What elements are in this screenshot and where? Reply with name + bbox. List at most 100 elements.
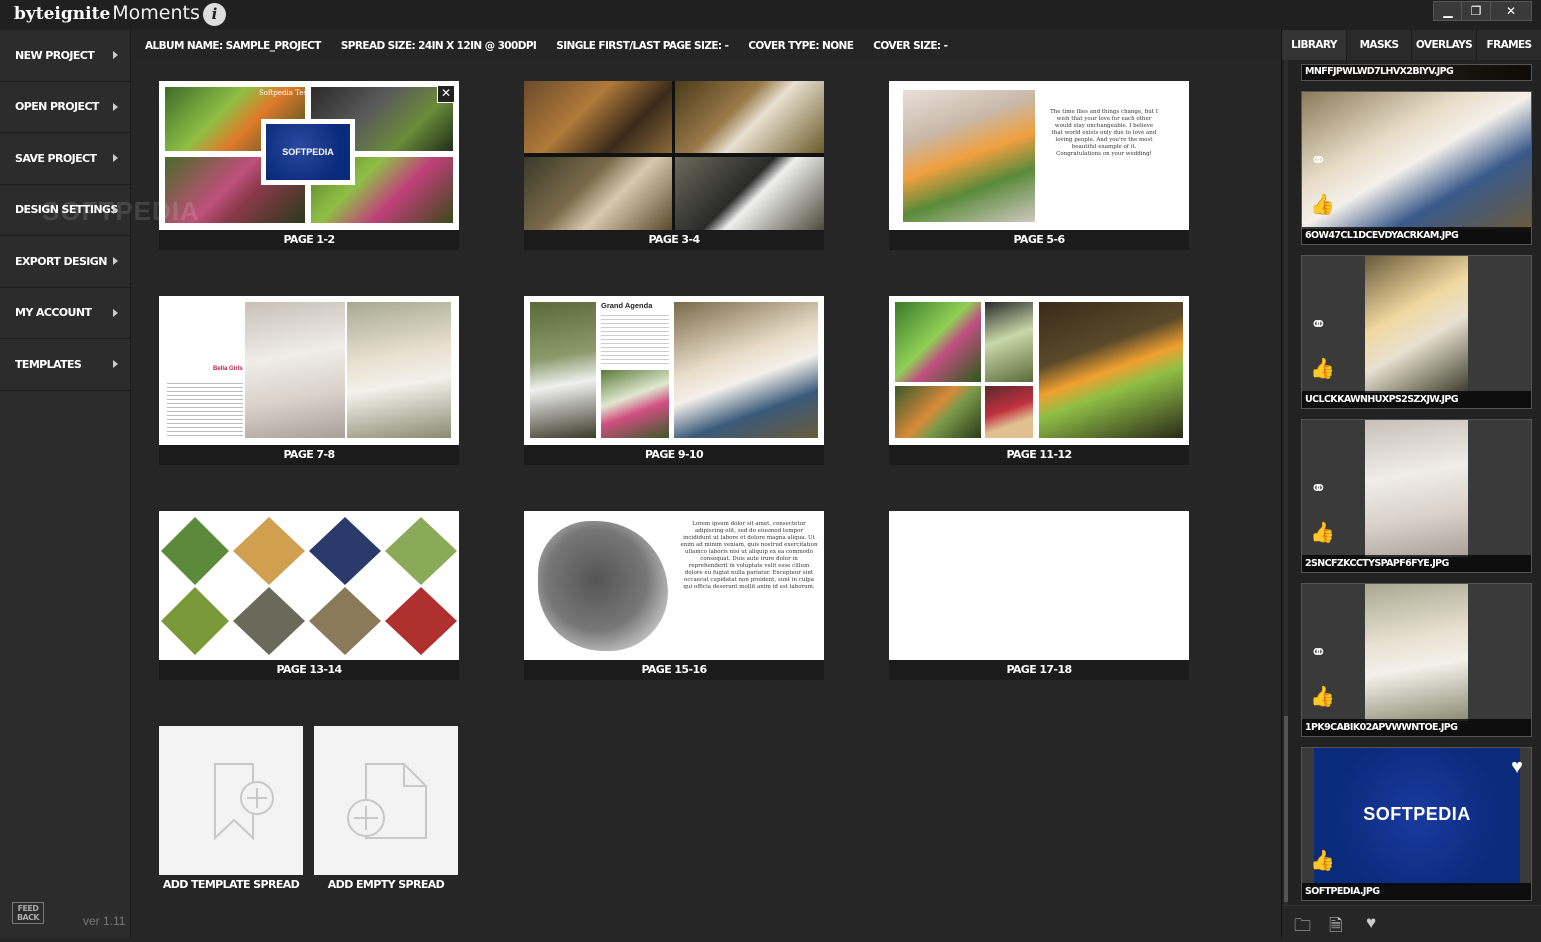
photo [1365,256,1468,393]
sidebar-item-my-account[interactable]: MY ACCOUNT [0,288,130,339]
watermark: SOFTPEDIA [42,196,200,226]
text-block [167,380,243,436]
favorites-heart-icon[interactable]: ♥ [1366,913,1376,933]
info-icon[interactable]: i [203,3,226,26]
title-bar: byteignite Moments i ▁ ❐ ✕ [0,0,1541,30]
photo [1365,584,1468,721]
chevron-right-icon [113,257,118,266]
spread-thumbnail[interactable]: SOFTPEDIA Softpedia Test ✕ [159,81,459,230]
link-icon[interactable]: ⚭ [1310,640,1327,665]
add-template-spread-button[interactable]: ADD TEMPLATE SPREAD [159,726,303,896]
sidebar-item-export-design[interactable]: EXPORT DESIGN [0,236,130,288]
photo [675,157,824,230]
library-item[interactable]: ⚭ 👍 1PK9CABIK02APVWWNTOE.JPG [1301,583,1532,737]
spread-label: PAGE 7-8 [159,445,459,465]
spread-thumbnail[interactable] [524,81,824,230]
spread-label: PAGE 17-18 [889,660,1189,680]
album-name: ALBUM NAME: SAMPLE_PROJECT [145,40,321,52]
add-empty-spread-button[interactable]: ADD EMPTY SPREAD [314,726,458,896]
chevron-right-icon [113,308,118,317]
restore-button[interactable]: ❐ [1461,1,1491,21]
spread-label: PAGE 1-2 [159,230,459,250]
library-item[interactable]: ⚭ 👍 2SNCFZKCCTYSPAPF6FYE.JPG [1301,419,1532,573]
softpedia-logo: SOFTPEDIA [1363,804,1471,824]
spread-page-7-8[interactable]: Bella Girls PAGE 7-8 [159,296,459,466]
tab-library[interactable]: LIBRARY [1282,30,1347,60]
link-icon[interactable]: ⚭ [1310,476,1327,501]
panel-toolbar: 🗀 🗎 ♥ [1282,905,1541,938]
project-info-bar: ALBUM NAME: SAMPLE_PROJECT SPREAD SIZE: … [132,30,1281,62]
spread-page-17-18[interactable]: PAGE 17-18 [889,511,1189,681]
spread-page-1-2[interactable]: SOFTPEDIA Softpedia Test ✕ PAGE 1-2 [159,81,459,251]
heart-icon[interactable]: ♥ [1511,756,1523,779]
spread-thumbnail[interactable]: The time flies and things change, but I … [889,81,1189,230]
spread-page-13-14[interactable]: PAGE 13-14 [159,511,459,681]
sidebar-item-templates[interactable]: TEMPLATES [0,339,130,391]
softpedia-badge: SOFTPEDIA [266,124,350,180]
photo [903,90,1035,222]
spread-page-3-4[interactable]: PAGE 3-4 [524,81,824,251]
add-document-icon [347,763,427,839]
close-icon[interactable]: ✕ [437,85,455,103]
tab-frames[interactable]: FRAMES [1477,30,1541,60]
photo [245,302,345,438]
spread-thumbnail[interactable] [159,511,459,660]
sidebar-item-save-project[interactable]: SAVE PROJECT [0,133,130,185]
photo [347,302,451,438]
version-label: ver 1.11 [83,914,126,928]
thumbs-up-icon[interactable]: 👍 [1310,848,1335,873]
thumbs-up-icon[interactable]: 👍 [1310,520,1335,545]
spread-page-15-16[interactable]: Lorem ipsum dolor sit amet, consectetur … [524,511,824,681]
spread-page-9-10[interactable]: Grand Agenda PAGE 9-10 [524,296,824,466]
spread-thumbnail[interactable] [889,296,1189,445]
photo [530,302,596,438]
brush-mask [538,521,668,651]
single-page-size: SINGLE FIRST/LAST PAGE SIZE: - [556,40,729,52]
spread-thumbnail[interactable]: Bella Girls [159,296,459,445]
photo [675,81,824,153]
photo [524,81,672,153]
chevron-right-icon [113,360,118,369]
spread-caption: Grand Agenda [601,301,653,310]
photo [601,370,669,438]
close-button[interactable]: ✕ [1490,1,1532,21]
spread-thumbnail[interactable]: Lorem ipsum dolor sit amet, consectetur … [524,511,824,660]
link-icon[interactable]: ⚭ [1310,148,1327,173]
spread-label: PAGE 13-14 [159,660,459,680]
library-item[interactable]: MNFFJPWLWD7LHVX2BIYV.JPG [1301,64,1532,81]
photo [1039,302,1183,438]
photo [674,302,818,438]
cover-size: COVER SIZE: - [873,40,948,52]
library-item[interactable]: ⚭ 👍 UCLCKKAWNHUXPS2SZXJW.JPG [1301,255,1532,409]
spread-page-5-6[interactable]: The time flies and things change, but I … [889,81,1189,251]
minimize-button[interactable]: ▁ [1433,1,1463,21]
spread-page-11-12[interactable]: PAGE 11-12 [889,296,1189,466]
spread-thumbnail[interactable]: Grand Agenda [524,296,824,445]
sidebar-item-new-project[interactable]: NEW PROJECT [0,30,130,82]
thumbs-up-icon[interactable]: 👍 [1310,356,1335,381]
spread-thumbnail[interactable] [889,511,1189,660]
library-item[interactable]: ⚭ 👍 6OW47CL1DCEVDYACRKAM.JPG [1301,91,1532,245]
thumbs-up-icon[interactable]: 👍 [1310,192,1335,217]
photo [985,386,1033,438]
library-item[interactable]: SOFTPEDIA ♥ 👍 SOFTPEDIA.JPG [1301,747,1532,901]
tab-masks[interactable]: MASKS [1347,30,1412,60]
thumbs-up-icon[interactable]: 👍 [1310,684,1335,709]
scrollbar-thumb[interactable] [1284,716,1288,902]
chevron-right-icon [113,51,118,60]
spread-label: PAGE 11-12 [889,445,1189,465]
spread-label: PAGE 9-10 [524,445,824,465]
spreads-grid: SOFTPEDIA Softpedia Test ✕ PAGE 1-2 PAGE… [132,62,1281,938]
photo [1365,420,1468,557]
feedback-button[interactable]: FEED BACK [12,902,44,924]
chevron-right-icon [113,154,118,163]
lorem-text: Lorem ipsum dolor sit amet, consectetur … [680,521,818,590]
photo [524,157,672,230]
photo [895,302,981,382]
spread-label: PAGE 5-6 [889,230,1189,250]
photo [985,302,1033,382]
link-icon[interactable]: ⚭ [1310,312,1327,337]
tab-overlays[interactable]: OVERLAYS [1412,30,1477,60]
sidebar-item-open-project[interactable]: OPEN PROJECT [0,82,130,133]
cover-type: COVER TYPE: NONE [748,40,854,52]
